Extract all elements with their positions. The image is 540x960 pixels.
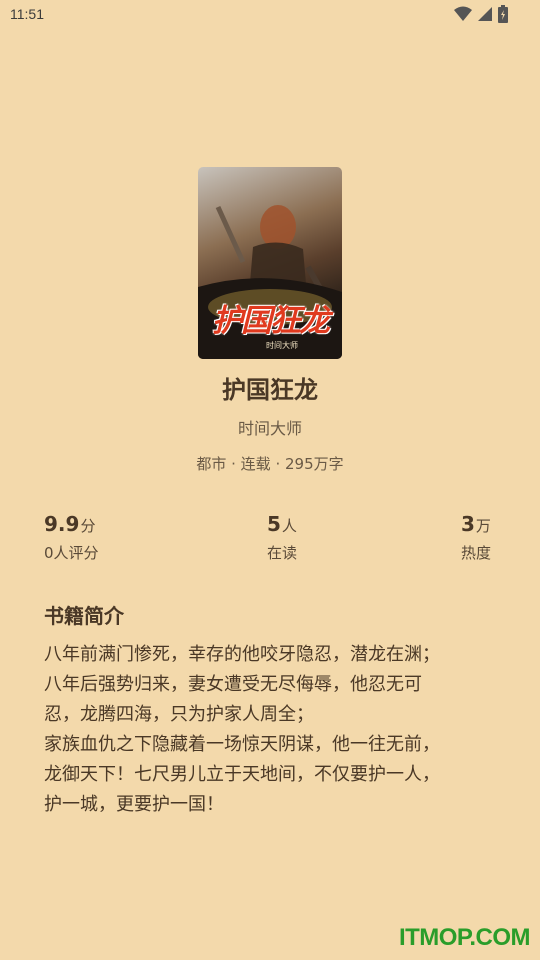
status-time: 11:51 [10,6,44,22]
intro-heading: 书籍简介 [44,604,124,628]
stat-readers-label: 在读 [267,544,298,562]
stat-readers: 5人 在读 [267,512,297,563]
status-bar: 11:51 [0,0,540,32]
wifi-icon [454,6,472,26]
stat-heat-value: 3 [461,512,475,536]
signal-icon [478,6,492,26]
stat-heat-label: 热度 [461,544,492,562]
stat-heat-unit: 万 [475,517,491,535]
cover-author: 时间大师 [266,341,298,350]
battery-icon [498,5,508,27]
stat-score-label: 0人评分 [44,544,99,562]
book-cover[interactable]: 护国狂龙 时间大师 [198,167,342,359]
stat-score: 9.9分 0人评分 [44,512,99,563]
watermark-logo: ITMOP.COM [398,924,531,951]
stat-readers-value: 5 [267,512,281,536]
book-title: 护国狂龙 [222,376,318,404]
stat-score-value: 9.9 [44,512,80,536]
stat-heat: 3万 热度 [461,512,491,563]
stat-score-unit: 分 [80,517,96,535]
book-author[interactable]: 时间大师 [0,415,540,439]
cover-title: 护国狂龙 [212,303,330,339]
book-meta: 都市 · 连载 · 295万字 [196,455,344,473]
intro-text: 八年前满门惨死，幸存的他咬牙隐忍，潜龙在渊； 八年后强势归来，妻女遭受无尽侮辱，… [44,644,440,815]
status-icons [454,5,508,27]
stat-readers-unit: 人 [281,517,297,535]
